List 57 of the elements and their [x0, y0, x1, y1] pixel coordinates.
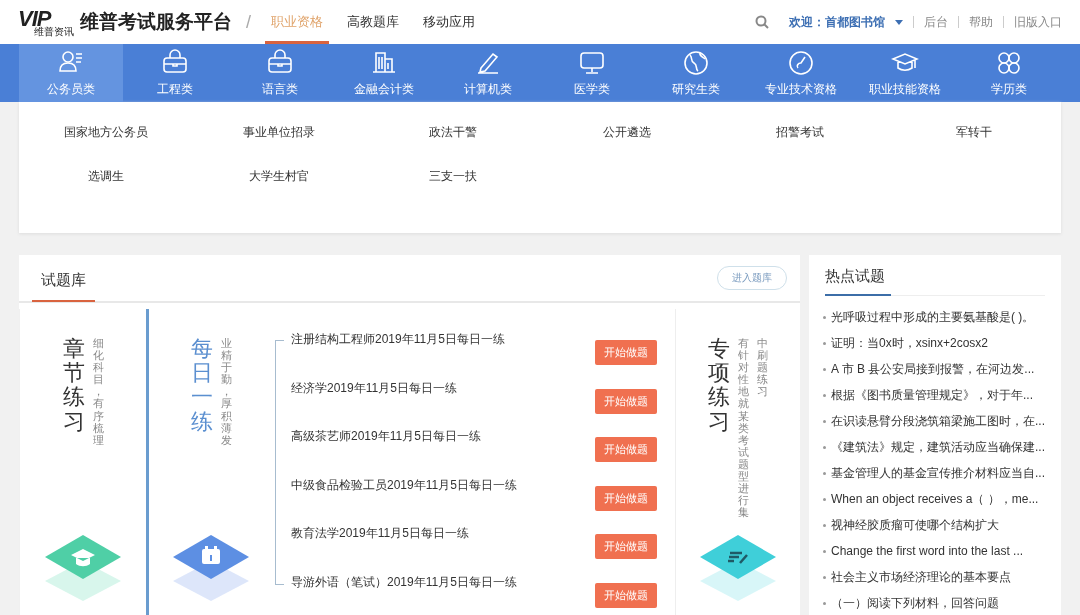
section-subtitle: 业精于勤，厚积薄发 — [220, 337, 232, 446]
hot-question-link[interactable]: 社会主义市场经济理论的基本要点 — [823, 564, 1045, 590]
header-link[interactable]: 后台 — [924, 13, 948, 31]
category-tab[interactable]: 职业技能资格 — [852, 44, 957, 102]
subcategory-link[interactable]: 选调生 — [19, 164, 193, 208]
header-link[interactable]: 旧版入口 — [1014, 13, 1062, 31]
site-title: 维普考试服务平台 — [80, 10, 232, 34]
category-tab[interactable]: 金融会计类 — [331, 44, 436, 102]
subcategory-link[interactable]: 三支一扶 — [366, 164, 540, 208]
practice-title[interactable]: 中级食品检验工员2019年11月5日每日一练 — [291, 476, 517, 526]
hot-question-link[interactable]: 证明：当0x时，xsinx+2cosx2 — [823, 330, 1045, 356]
category-tab[interactable]: 医学类 — [540, 44, 645, 102]
user-menu[interactable]: 欢迎：首都图书馆 — [789, 13, 885, 31]
practice-title[interactable]: 导游外语（笔试）2019年11月5日每日一练 — [291, 573, 517, 615]
nav-tab[interactable]: 高教题库 — [341, 0, 405, 44]
hot-question-link[interactable]: Change the first word into the last ... — [823, 538, 1045, 564]
hot-question-link[interactable]: 光呼吸过程中形成的主要氨基酸是( )。 — [823, 304, 1045, 330]
hot-question-link[interactable]: 在识读悬臂分段浇筑箱梁施工图时，在... — [823, 408, 1045, 434]
hot-question-link[interactable]: （一）阅读下列材料，回答问题 — [823, 590, 1045, 615]
practice-title[interactable]: 注册结构工程师2019年11月5日每日一练 — [291, 331, 505, 380]
category-tab[interactable]: 工程类 — [123, 44, 228, 102]
practice-title[interactable]: 教育法学2019年11月5日每日一练 — [291, 525, 469, 574]
hot-question-link[interactable]: 视神经胶质瘤可使哪个结构扩大 — [823, 512, 1045, 538]
subcategory-link[interactable]: 公开遴选 — [540, 120, 714, 164]
hot-question-link[interactable]: When an object receives a（ ），me... — [823, 486, 1045, 512]
circle-icon — [786, 48, 815, 77]
hot-question-link[interactable]: 基金管理人的基金宣传推介材料应当自... — [823, 460, 1045, 486]
panel-title: 热点试题 — [825, 267, 891, 296]
hot-question-link[interactable]: 《建筑法》规定，建筑活动应当确保建... — [823, 434, 1045, 460]
hot-question-link[interactable]: A 市 B 县公安局接到报警，在河边发... — [823, 356, 1045, 382]
section-subtitle: 有针对性地就某类考试题型进行集 — [738, 337, 749, 519]
search-icon[interactable] — [755, 15, 769, 29]
globe-icon — [682, 48, 711, 77]
subcategory-link[interactable]: 国家地方公务员 — [19, 120, 193, 164]
header-link[interactable]: 帮助 — [969, 13, 993, 31]
category-tab[interactable]: 学历类 — [956, 44, 1062, 102]
section-subtitle: 中刷题练习 — [757, 337, 768, 398]
category-tab[interactable]: 研究生类 — [644, 44, 749, 102]
section-tab[interactable]: 试题库 — [32, 256, 95, 302]
practice-title[interactable]: 高级茶艺师2019年11月5日每日一练 — [291, 428, 481, 477]
section-title: 专项练习 — [708, 337, 730, 434]
hot-question-link[interactable]: 根据《图书质量管理规定》，对于年... — [823, 382, 1045, 408]
section-title: 每日一练 — [190, 337, 213, 434]
practice-title[interactable]: 经济学2019年11月5日每日一练 — [291, 379, 457, 429]
subcategory-link[interactable]: 招警考试 — [713, 120, 888, 164]
category-tab[interactable]: 计算机类 — [435, 44, 540, 102]
category-tab[interactable]: 语言类 — [227, 44, 332, 102]
category-tab[interactable]: 专业技术资格 — [748, 44, 853, 102]
caret-icon[interactable] — [895, 19, 903, 25]
subcategory-link[interactable]: 大学生村官 — [192, 164, 367, 208]
subcategory-link[interactable]: 军转干 — [887, 120, 1061, 164]
section-subtitle: 细化科目，有序梳理 — [92, 337, 104, 446]
subcategory-link[interactable]: 政法干警 — [366, 120, 540, 164]
nav-tab[interactable]: 移动应用 — [417, 0, 481, 44]
section-title: 章节练习 — [62, 337, 85, 434]
separator: / — [246, 11, 251, 33]
subcategory-link[interactable]: 事业单位招录 — [192, 120, 367, 164]
